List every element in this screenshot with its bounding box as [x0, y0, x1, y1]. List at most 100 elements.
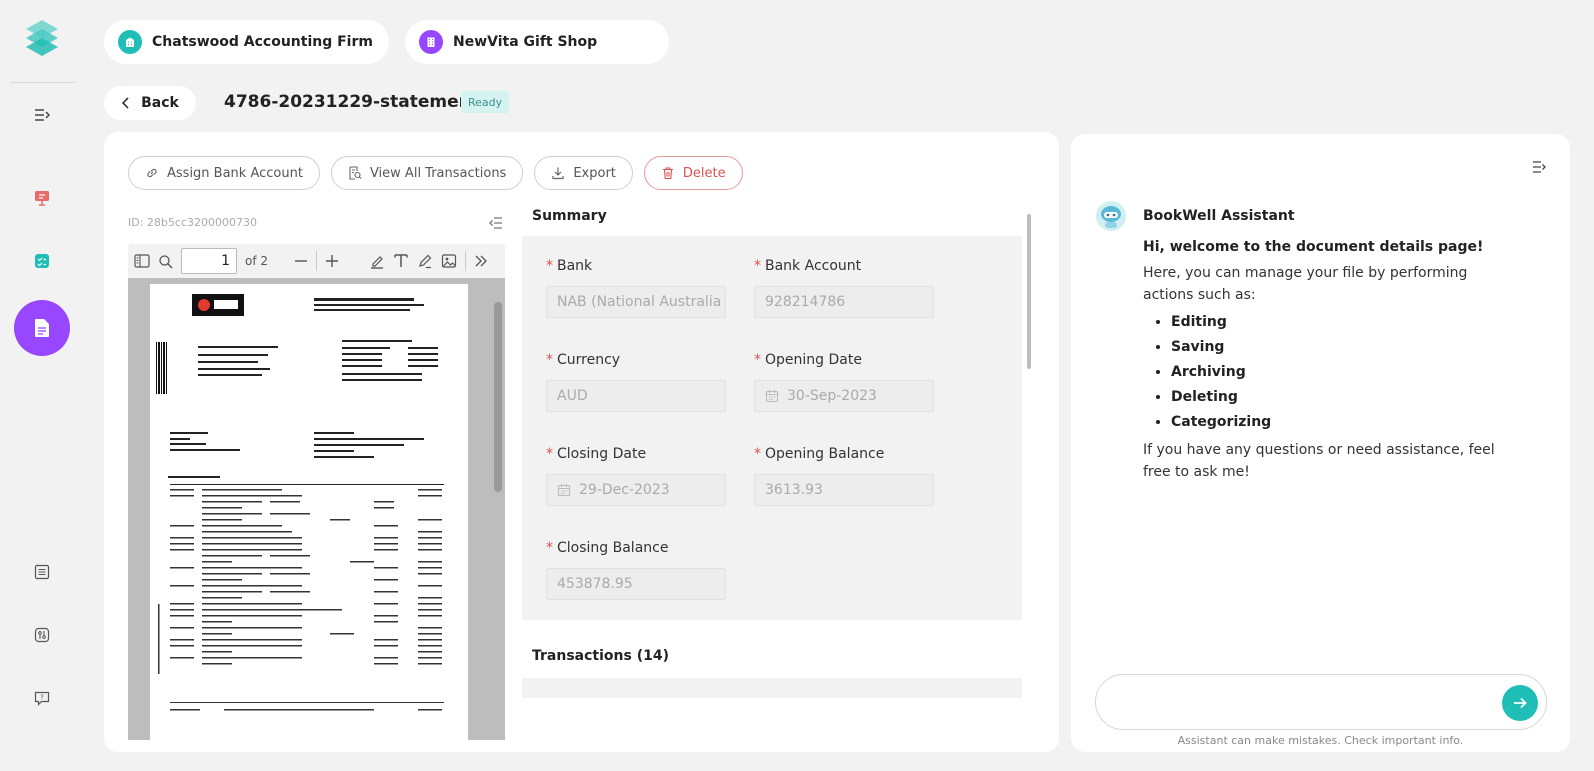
- assign-bank-account-label: Assign Bank Account: [167, 165, 303, 181]
- document-icon[interactable]: [14, 300, 70, 356]
- closing-date-label: Closing Date: [557, 446, 647, 462]
- building-icon: [118, 30, 142, 54]
- document-id: ID: 28b5cc3200000730: [128, 216, 257, 229]
- status-badge: Ready: [461, 91, 510, 113]
- summary-title: Summary: [532, 208, 607, 224]
- collapse-assistant-icon[interactable]: [1532, 158, 1546, 177]
- assistant-outro: If you have any questions or need assist…: [1143, 442, 1495, 480]
- chat-input[interactable]: [1095, 674, 1547, 730]
- summary-form: *Bank NAB (National Australia Bank) *Ban…: [522, 236, 1022, 620]
- text-tool-icon[interactable]: [393, 253, 409, 269]
- assistant-greeting: Hi, welcome to the document details page…: [1143, 239, 1484, 255]
- export-button[interactable]: Export: [534, 156, 633, 190]
- page-title: 4786-20231229-statement: [224, 92, 479, 112]
- org-tab-chatswood[interactable]: Chatswood Accounting Firm: [104, 20, 389, 64]
- svg-text:?: ?: [40, 694, 44, 702]
- search-icon[interactable]: [158, 254, 173, 269]
- expand-menu-icon[interactable]: [28, 101, 56, 129]
- list-item: Deleting: [1171, 385, 1513, 410]
- settings-sliders-icon[interactable]: [28, 621, 56, 649]
- closing-balance-label: Closing Balance: [557, 540, 669, 556]
- calendar-icon: [557, 484, 571, 497]
- page-count: of 2: [245, 254, 269, 268]
- sidebar-divider: [10, 82, 76, 83]
- opening-date-value: 30-Sep-2023: [787, 388, 877, 404]
- assistant-name: BookWell Assistant: [1143, 208, 1295, 224]
- collapse-preview-icon[interactable]: [489, 214, 503, 233]
- closing-date-field: * Closing Date 29-Dec-2023: [546, 446, 726, 506]
- org-tab-label: Chatswood Accounting Firm: [152, 34, 373, 50]
- chevron-double-right-icon[interactable]: [474, 254, 488, 268]
- arrow-right-icon: [1514, 697, 1527, 709]
- draw-icon[interactable]: [417, 253, 433, 269]
- currency-field: * Currency AUD: [546, 352, 726, 412]
- toolbar-divider: [465, 251, 467, 271]
- list-item: Saving: [1171, 335, 1513, 360]
- org-tab-newvita[interactable]: NewVita Gift Shop: [404, 20, 670, 64]
- export-label: Export: [573, 165, 616, 181]
- pdf-page-preview: [150, 284, 468, 740]
- highlight-icon[interactable]: [369, 253, 385, 269]
- closing-date-input[interactable]: 29-Dec-2023: [546, 474, 726, 506]
- opening-date-field: * Opening Date 30-Sep-2023: [754, 352, 934, 412]
- pdf-toolbar: 1 of 2: [128, 244, 505, 278]
- delete-button[interactable]: Delete: [643, 156, 743, 190]
- transactions-title: Transactions (14): [532, 648, 669, 664]
- pdf-scrollbar[interactable]: [493, 288, 503, 728]
- list-item: Categorizing: [1171, 410, 1513, 435]
- app-logo[interactable]: [24, 20, 60, 60]
- link-icon: [147, 168, 157, 178]
- delete-label: Delete: [682, 165, 726, 181]
- bank-input[interactable]: NAB (National Australia Bank): [546, 286, 726, 318]
- search-document-icon: [349, 166, 362, 180]
- assistant-message: Hi, welcome to the document details page…: [1143, 236, 1513, 483]
- sidebar: ?: [0, 0, 84, 771]
- bank-account-label: Bank Account: [765, 258, 862, 274]
- opening-date-input[interactable]: 30-Sep-2023: [754, 380, 934, 412]
- closing-balance-input[interactable]: 453878.95: [546, 568, 726, 600]
- organisation-tabs: Chatswood Accounting Firm NewVita Gift S…: [104, 20, 670, 64]
- assistant-intro: Here, you can manage your file by perfor…: [1143, 265, 1468, 303]
- page-number-input[interactable]: 1: [181, 248, 237, 274]
- presentation-icon[interactable]: [28, 184, 56, 212]
- assistant-disclaimer: Assistant can make mistakes. Check impor…: [1177, 734, 1464, 747]
- chevron-left-icon: [121, 97, 129, 109]
- assistant-avatar: [1096, 201, 1126, 231]
- opening-balance-label: Opening Balance: [765, 446, 885, 462]
- calendar-icon: [765, 390, 779, 403]
- assign-bank-account-button[interactable]: Assign Bank Account: [128, 156, 320, 190]
- zoom-in-icon[interactable]: [325, 254, 339, 268]
- building-icon: [418, 30, 443, 54]
- transactions-table-header: [522, 678, 1022, 698]
- list-item: Editing: [1171, 310, 1513, 335]
- view-all-transactions-button[interactable]: View All Transactions: [330, 156, 524, 190]
- help-icon[interactable]: ?: [28, 684, 56, 712]
- checklist-icon[interactable]: [28, 247, 56, 275]
- scrollbar-thumb[interactable]: [494, 302, 502, 492]
- toolbar-divider: [316, 251, 318, 271]
- sidebar-toggle-icon[interactable]: [134, 254, 150, 268]
- document-toolbar: Assign Bank Account View All Transaction…: [128, 156, 743, 190]
- view-all-transactions-label: View All Transactions: [369, 165, 507, 181]
- pdf-viewer[interactable]: [128, 278, 505, 740]
- zoom-out-icon[interactable]: [294, 254, 308, 268]
- opening-date-label: Opening Date: [765, 352, 862, 368]
- bank-label: Bank: [557, 258, 593, 274]
- opening-balance-input[interactable]: 3613.93: [754, 474, 934, 506]
- details-scrollbar[interactable]: [1027, 214, 1031, 369]
- details-pane: Summary *Bank NAB (National Australia Ba…: [522, 206, 1035, 752]
- currency-label: Currency: [557, 352, 621, 368]
- bank-field: *Bank NAB (National Australia Bank): [546, 258, 726, 318]
- list-icon[interactable]: [28, 558, 56, 586]
- bank-account-field: * Bank Account 928214786: [754, 258, 934, 318]
- back-button[interactable]: Back: [104, 86, 196, 120]
- org-tab-label: NewVita Gift Shop: [452, 34, 598, 50]
- bank-account-input[interactable]: 928214786: [754, 286, 934, 318]
- send-button[interactable]: [1502, 685, 1538, 721]
- document-panel: Assign Bank Account View All Transaction…: [104, 132, 1059, 752]
- list-item: Archiving: [1171, 360, 1513, 385]
- currency-select[interactable]: AUD: [546, 380, 726, 412]
- image-tool-icon[interactable]: [441, 253, 457, 269]
- back-label: Back: [141, 95, 179, 111]
- download-icon: [552, 167, 564, 180]
